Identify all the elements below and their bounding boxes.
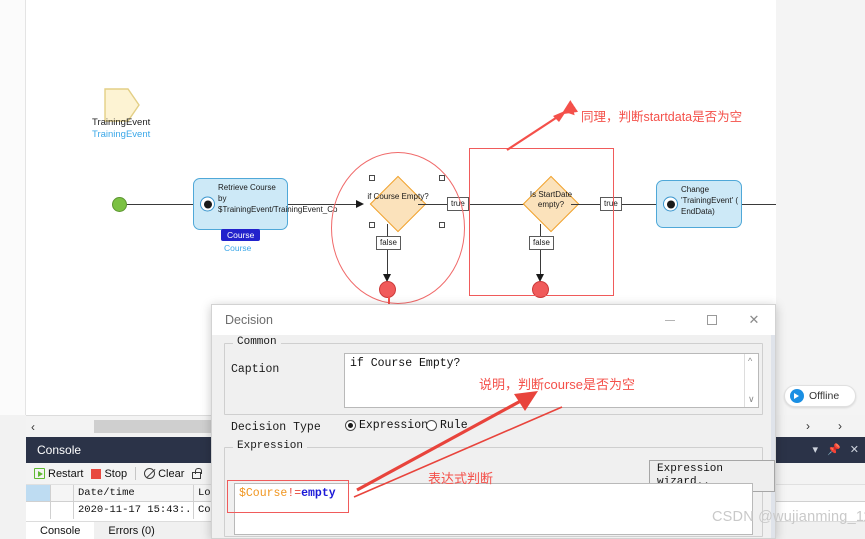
close-button[interactable]: ✕ bbox=[733, 305, 775, 335]
annotation-arrow-expression bbox=[353, 406, 563, 498]
dialog-window-buttons: ✕ bbox=[649, 305, 775, 335]
scroll-right-icon[interactable]: › bbox=[806, 419, 810, 433]
restart-button[interactable]: Restart bbox=[34, 468, 83, 480]
cell-icon bbox=[51, 502, 74, 519]
stop-icon bbox=[91, 468, 102, 479]
annotation-text-startdate: 同理，判断startdata是否为空 bbox=[581, 110, 743, 124]
offline-label: Offline bbox=[809, 390, 840, 402]
annotation-rect-expression bbox=[227, 480, 349, 513]
scroll-left-icon[interactable]: ‹ bbox=[31, 420, 35, 434]
tab-console[interactable]: Console bbox=[26, 521, 95, 539]
stop-button[interactable]: Stop bbox=[91, 468, 127, 480]
maximize-button[interactable] bbox=[691, 305, 733, 335]
clear-icon bbox=[144, 468, 156, 479]
pin-icon[interactable]: 📌 bbox=[827, 443, 841, 456]
watermark: CSDN @wujianming_110117 bbox=[712, 509, 865, 525]
activity-retrieve-course-label: Retrieve Course by $TrainingEvent/Traini… bbox=[218, 183, 338, 214]
column-header-select bbox=[26, 485, 51, 501]
tab-errors[interactable]: Errors (0) bbox=[94, 522, 168, 539]
lock-button[interactable] bbox=[192, 467, 204, 479]
change-icon bbox=[663, 196, 678, 212]
close-icon[interactable]: ✕ bbox=[850, 443, 859, 456]
caption-scrollbar[interactable]: ^ ∨ bbox=[744, 354, 758, 407]
canvas-right-gutter bbox=[776, 0, 865, 415]
clear-button[interactable]: Clear bbox=[144, 468, 184, 480]
dialog-title: Decision bbox=[225, 313, 273, 327]
cell-datetime: 2020-11-17 15:43:... bbox=[74, 502, 194, 519]
activity-retrieve-course[interactable]: Retrieve Course by $TrainingEvent/Traini… bbox=[193, 178, 338, 230]
dialog-scrollbar[interactable] bbox=[771, 335, 775, 538]
annotation-rect-decision2 bbox=[469, 148, 614, 296]
activity-change-trainingevent[interactable]: Change 'TrainingEvent' ( EndData) bbox=[656, 180, 742, 228]
minimize-icon bbox=[665, 319, 675, 321]
parameter-name: TrainingEvent bbox=[92, 117, 151, 128]
panel-expand-icon[interactable]: › bbox=[838, 419, 842, 433]
caption-label: Caption bbox=[231, 363, 280, 376]
minimize-button[interactable] bbox=[649, 305, 691, 335]
column-header-icon bbox=[51, 485, 74, 501]
console-header-icons: ▾ 📌 ✕ bbox=[813, 443, 859, 456]
cell-select bbox=[26, 502, 51, 519]
offline-status-pill[interactable]: Offline bbox=[784, 385, 856, 407]
decision-type-label: Decision Type bbox=[231, 421, 321, 434]
console-title: Console bbox=[37, 443, 82, 457]
annotation-arrowhead-top bbox=[553, 110, 567, 122]
app-root: TrainingEvent TrainingEvent Retrieve Cou… bbox=[0, 0, 865, 539]
column-header-datetime: Date/time bbox=[74, 485, 194, 501]
clear-label: Clear bbox=[158, 467, 185, 480]
close-icon: ✕ bbox=[748, 312, 760, 327]
activity-retrieve-badge: Course bbox=[221, 229, 261, 241]
stop-label: Stop bbox=[104, 467, 128, 480]
parameter-type: TrainingEvent bbox=[92, 129, 151, 140]
retrieve-icon bbox=[200, 196, 215, 212]
chevron-down-icon[interactable]: ▾ bbox=[813, 443, 819, 456]
chevron-up-icon[interactable]: ^ bbox=[748, 356, 752, 366]
start-event[interactable] bbox=[112, 197, 127, 212]
canvas-scrollbar-row-right: › › bbox=[776, 415, 865, 437]
activity-change-label: Change 'TrainingEvent' ( EndData) bbox=[681, 185, 739, 216]
dialog-title-bar[interactable]: Decision ✕ bbox=[212, 305, 775, 335]
expression-group-legend: Expression bbox=[233, 440, 308, 452]
toolbar-separator bbox=[135, 467, 137, 480]
maximize-icon bbox=[707, 315, 717, 325]
common-group-legend: Common bbox=[233, 336, 281, 348]
chevron-down-icon[interactable]: ∨ bbox=[748, 394, 755, 405]
annotation-ellipse-decision1 bbox=[331, 152, 465, 304]
restart-icon bbox=[34, 468, 45, 479]
restart-label: Restart bbox=[48, 467, 84, 480]
caption-value: if Course Empty? bbox=[350, 357, 461, 370]
play-circle-icon bbox=[790, 389, 804, 403]
lock-icon bbox=[192, 467, 202, 479]
canvas-left-gutter bbox=[0, 0, 26, 415]
activity-retrieve-subtitle: Course bbox=[224, 243, 252, 253]
